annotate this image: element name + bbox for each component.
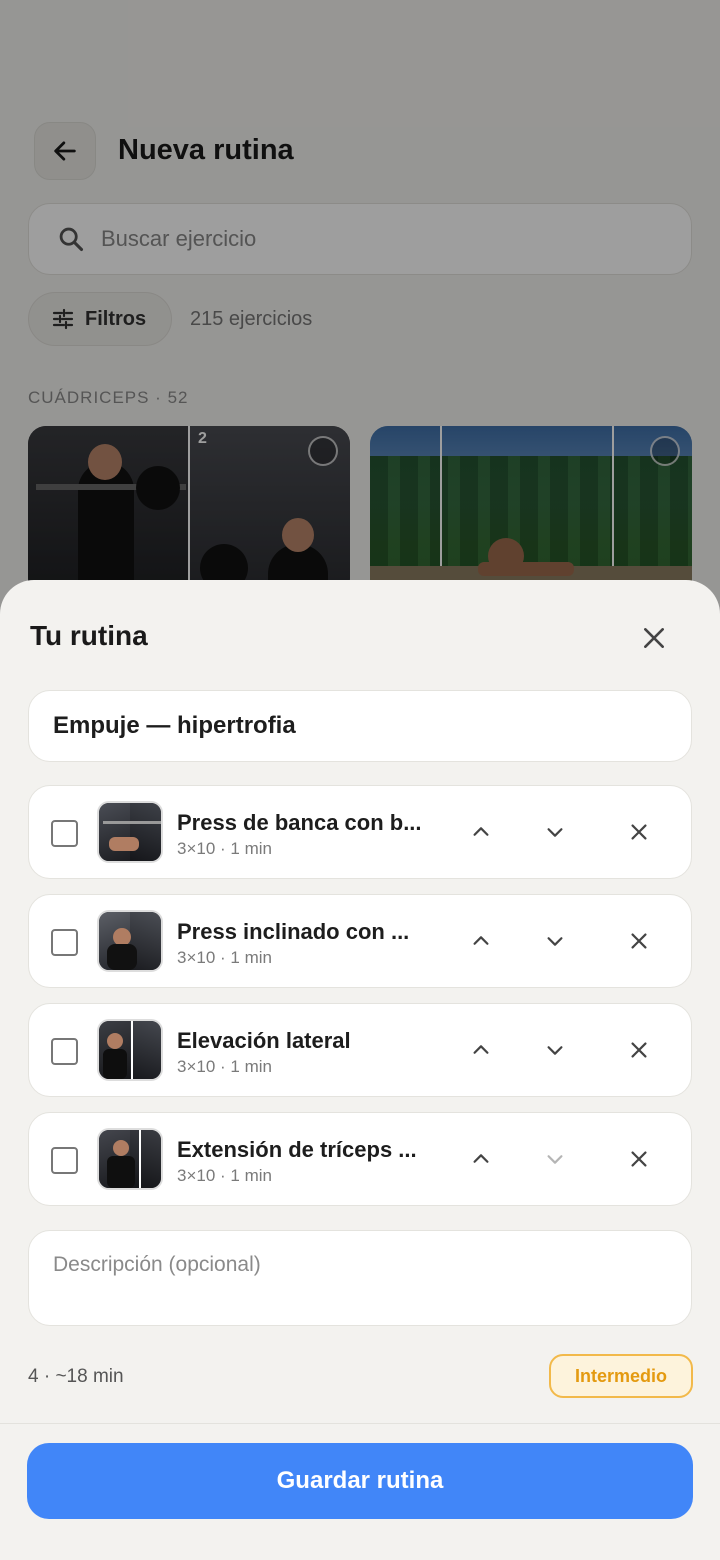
chevron-down-icon	[547, 1046, 563, 1055]
exercise-meta: 3×10 · 1 min	[177, 948, 272, 967]
chevron-up-icon	[473, 1045, 489, 1054]
divider	[0, 1423, 720, 1424]
close-icon	[644, 628, 664, 648]
routine-sheet: Tu rutina Empuje — hipertrofia Press de …	[0, 580, 720, 1560]
move-up-button[interactable]	[463, 814, 499, 850]
exercise-meta: 3×10 · 1 min	[177, 1166, 272, 1185]
exercise-thumbnail	[97, 801, 163, 863]
close-button[interactable]	[632, 616, 676, 660]
move-down-button-disabled	[537, 1141, 573, 1177]
close-icon	[631, 1151, 647, 1167]
exercise-thumbnail	[97, 1128, 163, 1190]
save-routine-button[interactable]: Guardar rutina	[27, 1443, 693, 1519]
move-up-button[interactable]	[463, 923, 499, 959]
move-up-button[interactable]	[463, 1141, 499, 1177]
move-up-button[interactable]	[463, 1032, 499, 1068]
chevron-up-icon	[473, 936, 489, 945]
move-down-button[interactable]	[537, 1032, 573, 1068]
exercise-thumbnail	[97, 910, 163, 972]
exercise-row[interactable]: Press inclinado con ... 3×10 · 1 min	[28, 894, 692, 988]
remove-exercise-button[interactable]	[621, 1032, 657, 1068]
level-badge[interactable]: Intermedio	[549, 1354, 693, 1398]
chevron-up-icon	[473, 1154, 489, 1163]
exercise-checkbox[interactable]	[51, 929, 78, 956]
description-input[interactable]: Descripción (opcional)	[28, 1230, 692, 1326]
exercise-meta: 3×10 · 1 min	[177, 839, 272, 858]
chevron-down-icon	[547, 937, 563, 946]
routine-name-input[interactable]: Empuje — hipertrofia	[28, 690, 692, 762]
exercise-name: Extensión de tríceps ...	[177, 1137, 417, 1162]
exercise-name: Press inclinado con ...	[177, 919, 410, 944]
sheet-title: Tu rutina	[30, 620, 148, 651]
exercise-thumbnail	[97, 1019, 163, 1081]
close-icon	[631, 933, 647, 949]
exercise-meta: 3×10 · 1 min	[177, 1057, 272, 1076]
chevron-up-icon	[473, 827, 489, 836]
close-icon	[631, 1042, 647, 1058]
move-down-button[interactable]	[537, 814, 573, 850]
exercise-row[interactable]: Elevación lateral 3×10 · 1 min	[28, 1003, 692, 1097]
chevron-down-icon	[547, 1155, 563, 1164]
routine-summary: 4 · ~18 min	[28, 1366, 124, 1387]
remove-exercise-button[interactable]	[621, 814, 657, 850]
chevron-down-icon	[547, 828, 563, 837]
close-icon	[631, 824, 647, 840]
remove-exercise-button[interactable]	[621, 923, 657, 959]
exercise-name: Press de banca con b...	[177, 810, 422, 835]
exercise-row[interactable]: Press de banca con b... 3×10 · 1 min	[28, 785, 692, 879]
move-down-button[interactable]	[537, 923, 573, 959]
exercise-checkbox[interactable]	[51, 1038, 78, 1065]
exercise-row[interactable]: Extensión de tríceps ... 3×10 · 1 min	[28, 1112, 692, 1206]
exercise-checkbox[interactable]	[51, 1147, 78, 1174]
exercise-name: Elevación lateral	[177, 1028, 351, 1053]
exercise-checkbox[interactable]	[51, 820, 78, 847]
remove-exercise-button[interactable]	[621, 1141, 657, 1177]
